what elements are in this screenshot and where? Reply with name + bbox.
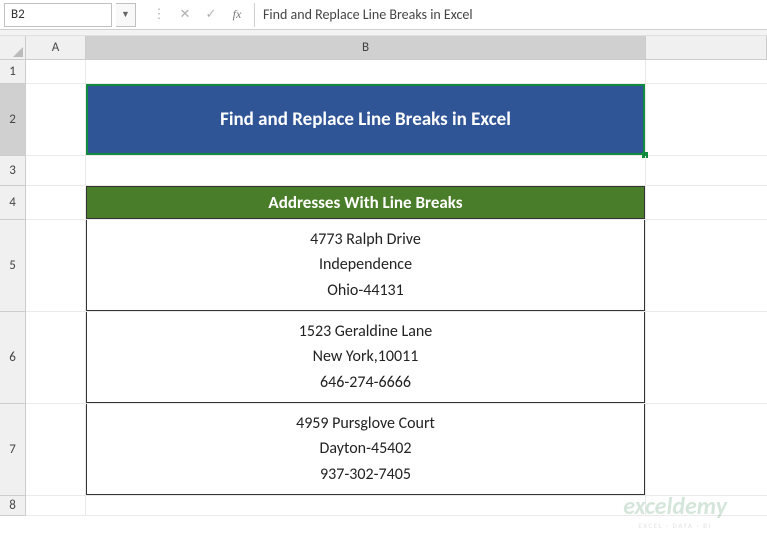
formula-bar-icons: ⋮ ✕ ✓ fx — [146, 3, 250, 27]
cell-a2[interactable] — [26, 84, 86, 156]
col-header-b[interactable]: B — [86, 36, 646, 60]
address-line: Ohio-44131 — [327, 278, 404, 304]
cell-rest-3 — [646, 156, 767, 186]
cell-b3[interactable] — [86, 156, 646, 186]
cell-a7[interactable] — [26, 404, 86, 496]
cell-rest-7 — [646, 404, 767, 496]
col-header-rest — [646, 36, 767, 60]
cell-rest-6 — [646, 312, 767, 404]
column-headers: A B — [0, 36, 767, 60]
row-3: 3 — [0, 156, 767, 186]
cell-a4[interactable] — [26, 186, 86, 220]
cell-a5[interactable] — [26, 220, 86, 312]
cell-a3[interactable] — [26, 156, 86, 186]
row-4: 4 Addresses With Line Breaks — [0, 186, 767, 220]
address-cell-1: 4773 Ralph Drive Independence Ohio-44131 — [86, 220, 645, 311]
watermark: exceldemy EXCEL · DATA · BI — [623, 492, 727, 530]
spreadsheet-grid: A B 1 2 Find and Replace Line Breaks in … — [0, 36, 767, 516]
cell-a8[interactable] — [26, 496, 86, 516]
formula-bar: B2 ▼ ⋮ ✕ ✓ fx Find and Replace Line Brea… — [0, 0, 767, 30]
cell-b7[interactable]: 4959 Pursglove Court Dayton-45402 937-30… — [86, 404, 646, 496]
cell-rest-1 — [646, 60, 767, 84]
address-line: 937-302-7405 — [320, 462, 411, 488]
watermark-brand: exceldemy — [623, 492, 727, 521]
cell-b1[interactable] — [86, 60, 646, 84]
row-7: 7 4959 Pursglove Court Dayton-45402 937-… — [0, 404, 767, 496]
cell-b2[interactable]: Find and Replace Line Breaks in Excel — [86, 84, 646, 156]
cell-a1[interactable] — [26, 60, 86, 84]
col-header-a[interactable]: A — [26, 36, 86, 60]
cell-rest-4 — [646, 186, 767, 220]
address-line: New York,10011 — [313, 344, 419, 370]
cell-b8[interactable] — [86, 496, 646, 516]
row-header-6[interactable]: 6 — [0, 312, 26, 404]
row-header-3[interactable]: 3 — [0, 156, 26, 186]
row-header-8[interactable]: 8 — [0, 496, 26, 516]
address-line: 4959 Pursglove Court — [296, 411, 435, 437]
address-line: Independence — [319, 252, 412, 278]
watermark-tagline: EXCEL · DATA · BI — [623, 521, 727, 530]
row-1: 1 — [0, 60, 767, 84]
name-box-dropdown[interactable]: ▼ — [116, 3, 136, 27]
address-line: 1523 Geraldine Lane — [299, 319, 433, 345]
select-all-corner[interactable] — [0, 36, 26, 60]
fx-icon[interactable]: fx — [224, 3, 250, 27]
address-line: Dayton-45402 — [319, 436, 411, 462]
cell-rest-2 — [646, 84, 767, 156]
row-2: 2 Find and Replace Line Breaks in Excel — [0, 84, 767, 156]
cell-b4[interactable]: Addresses With Line Breaks — [86, 186, 646, 220]
address-cell-2: 1523 Geraldine Lane New York,10011 646-2… — [86, 312, 645, 403]
row-header-7[interactable]: 7 — [0, 404, 26, 496]
title-cell: Find and Replace Line Breaks in Excel — [86, 84, 645, 155]
cell-b6[interactable]: 1523 Geraldine Lane New York,10011 646-2… — [86, 312, 646, 404]
name-box[interactable]: B2 — [4, 3, 112, 27]
address-line: 646-274-6666 — [320, 370, 411, 396]
row-header-4[interactable]: 4 — [0, 186, 26, 220]
cell-a6[interactable] — [26, 312, 86, 404]
cell-rest-5 — [646, 220, 767, 312]
row-header-5[interactable]: 5 — [0, 220, 26, 312]
cancel-icon[interactable]: ✕ — [172, 3, 198, 27]
table-header: Addresses With Line Breaks — [86, 186, 645, 219]
cell-b5[interactable]: 4773 Ralph Drive Independence Ohio-44131 — [86, 220, 646, 312]
address-cell-3: 4959 Pursglove Court Dayton-45402 937-30… — [86, 404, 645, 495]
address-line: 4773 Ralph Drive — [310, 227, 421, 253]
row-5: 5 4773 Ralph Drive Independence Ohio-441… — [0, 220, 767, 312]
row-header-2[interactable]: 2 — [0, 84, 26, 156]
enter-icon[interactable]: ✓ — [198, 3, 224, 27]
formula-input[interactable]: Find and Replace Line Breaks in Excel — [254, 3, 763, 27]
dots-icon: ⋮ — [146, 3, 172, 27]
row-header-1[interactable]: 1 — [0, 60, 26, 84]
row-6: 6 1523 Geraldine Lane New York,10011 646… — [0, 312, 767, 404]
